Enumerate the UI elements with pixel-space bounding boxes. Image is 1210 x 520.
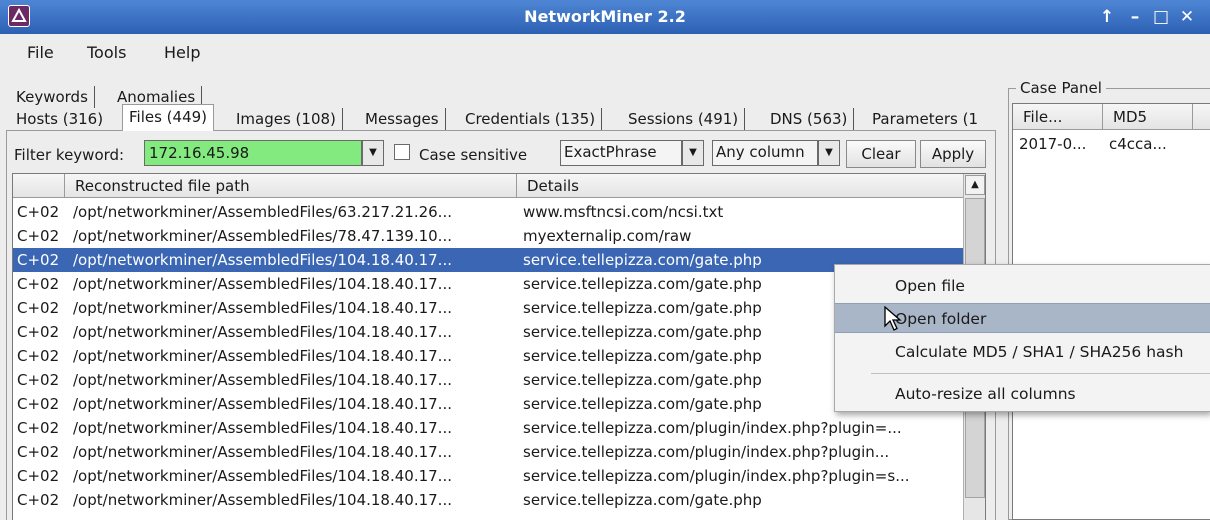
tab-sessions[interactable]: Sessions (491) xyxy=(628,108,746,130)
case-panel-title: Case Panel xyxy=(1016,79,1106,97)
tab-keywords[interactable]: Keywords xyxy=(16,86,95,108)
row-path-cell: /opt/networkminer/AssembledFiles/104.18.… xyxy=(73,275,452,293)
table-row[interactable]: C+02/opt/networkminer/AssembledFiles/104… xyxy=(13,344,963,368)
row-frame-cell: C+02 xyxy=(17,275,60,293)
row-path-cell: /opt/networkminer/AssembledFiles/63.217.… xyxy=(73,203,452,221)
filter-keyword-input[interactable]: 172.16.45.98 xyxy=(144,140,362,166)
row-details-cell: www.msftncsi.com/ncsi.txt xyxy=(523,203,724,221)
table-body: C+02/opt/networkminer/AssembledFiles/63.… xyxy=(13,200,963,512)
menu-divider xyxy=(871,373,1210,374)
row-frame-cell: C+02 xyxy=(17,203,60,221)
table-row[interactable]: C+02/opt/networkminer/AssembledFiles/104… xyxy=(13,296,963,320)
menu-item-auto-resize[interactable]: Auto-resize all columns xyxy=(835,379,1210,409)
table-row[interactable]: C+02/opt/networkminer/AssembledFiles/104… xyxy=(13,440,963,464)
row-details-cell: service.tellepizza.com/plugin/index.php?… xyxy=(523,467,910,485)
row-path-cell: /opt/networkminer/AssembledFiles/104.18.… xyxy=(73,251,452,269)
table-row[interactable]: C+02/opt/networkminer/AssembledFiles/104… xyxy=(13,248,963,272)
row-frame-cell: C+02 xyxy=(17,371,60,389)
table-row[interactable]: C+02/opt/networkminer/AssembledFiles/104… xyxy=(13,392,963,416)
case-table-header: File... MD5 xyxy=(1013,104,1210,130)
table-row[interactable]: C+02/opt/networkminer/AssembledFiles/104… xyxy=(13,464,963,488)
row-path-cell: /opt/networkminer/AssembledFiles/104.18.… xyxy=(73,323,452,341)
row-path-cell: /opt/networkminer/AssembledFiles/104.18.… xyxy=(73,371,452,389)
minimize-button[interactable]: – xyxy=(1124,6,1146,28)
column-scope-select[interactable]: Any column xyxy=(712,140,818,166)
column-header-path[interactable]: Reconstructed file path xyxy=(65,174,517,198)
filter-history-dropdown[interactable]: ▼ xyxy=(362,140,384,166)
case-sensitive-label: Case sensitive xyxy=(419,146,528,164)
row-frame-cell: C+02 xyxy=(17,395,60,413)
filter-keyword-label: Filter keyword: xyxy=(14,146,125,164)
tab-files[interactable]: Files (449) xyxy=(122,104,215,131)
close-button[interactable]: ✕ xyxy=(1176,6,1198,28)
title-bar: NetworkMiner 2.2 ↑ – □ ✕ xyxy=(0,0,1210,34)
row-path-cell: /opt/networkminer/AssembledFiles/78.47.1… xyxy=(73,227,452,245)
menu-item-calculate-hash[interactable]: Calculate MD5 / SHA1 / SHA256 hash xyxy=(835,337,1210,367)
menu-file[interactable]: File xyxy=(27,43,54,62)
row-frame-cell: C+02 xyxy=(17,443,60,461)
scroll-up-icon[interactable]: ▲ xyxy=(965,175,985,195)
column-header-details[interactable]: Details xyxy=(517,174,963,198)
row-details-cell: service.tellepizza.com/plugin/index.php?… xyxy=(523,443,890,461)
row-frame-cell: C+02 xyxy=(17,347,60,365)
table-row[interactable]: C+02/opt/networkminer/AssembledFiles/78.… xyxy=(13,224,963,248)
row-details-cell: service.tellepizza.com/gate.php xyxy=(523,491,762,509)
row-frame-cell: C+02 xyxy=(17,227,60,245)
case-row[interactable]: 2017-0... c4cca... xyxy=(1013,132,1210,156)
menu-help[interactable]: Help xyxy=(164,43,200,62)
tab-credentials[interactable]: Credentials (135) xyxy=(465,108,603,130)
tab-messages[interactable]: Messages xyxy=(365,108,446,130)
row-path-cell: /opt/networkminer/AssembledFiles/104.18.… xyxy=(73,395,452,413)
row-frame-cell: C+02 xyxy=(17,323,60,341)
tab-parameters[interactable]: Parameters (1 xyxy=(872,108,990,130)
row-path-cell: /opt/networkminer/AssembledFiles/104.18.… xyxy=(73,467,452,485)
match-mode-select[interactable]: ExactPhrase xyxy=(560,140,682,166)
case-row-md5: c4cca... xyxy=(1109,135,1167,153)
table-row[interactable]: C+02/opt/networkminer/AssembledFiles/104… xyxy=(13,488,963,512)
context-menu: Open file Open folder Calculate MD5 / SH… xyxy=(834,264,1210,412)
row-path-cell: /opt/networkminer/AssembledFiles/104.18.… xyxy=(73,419,452,437)
row-path-cell: /opt/networkminer/AssembledFiles/104.18.… xyxy=(73,347,452,365)
clear-button[interactable]: Clear xyxy=(846,140,916,168)
table-row[interactable]: C+02/opt/networkminer/AssembledFiles/63.… xyxy=(13,200,963,224)
row-frame-cell: C+02 xyxy=(17,299,60,317)
row-frame-cell: C+02 xyxy=(17,467,60,485)
table-row[interactable]: C+02/opt/networkminer/AssembledFiles/104… xyxy=(13,416,963,440)
table-header: Reconstructed file path Details xyxy=(13,174,963,198)
mouse-pointer-icon xyxy=(884,306,902,331)
keep-on-top-icon[interactable]: ↑ xyxy=(1096,6,1118,28)
table-row[interactable]: C+02/opt/networkminer/AssembledFiles/104… xyxy=(13,368,963,392)
column-scope-chevron-down-icon[interactable]: ▼ xyxy=(818,140,840,166)
tab-images[interactable]: Images (108) xyxy=(236,108,343,130)
row-details-cell: service.tellepizza.com/plugin/index.php?… xyxy=(523,419,902,437)
row-path-cell: /opt/networkminer/AssembledFiles/104.18.… xyxy=(73,443,452,461)
case-sensitive-checkbox[interactable] xyxy=(394,144,410,160)
row-frame-cell: C+02 xyxy=(17,419,60,437)
row-frame-cell: C+02 xyxy=(17,491,60,509)
table-row[interactable]: C+02/opt/networkminer/AssembledFiles/104… xyxy=(13,320,963,344)
tab-hosts[interactable]: Hosts (316) xyxy=(16,108,103,130)
column-header-frame[interactable] xyxy=(13,174,65,198)
row-path-cell: /opt/networkminer/AssembledFiles/104.18.… xyxy=(73,299,452,317)
row-details-cell: myexternalip.com/raw xyxy=(523,227,692,245)
row-path-cell: /opt/networkminer/AssembledFiles/104.18.… xyxy=(73,491,452,509)
window-title: NetworkMiner 2.2 xyxy=(524,7,686,26)
menu-bar: File Tools Help xyxy=(0,34,1210,70)
menu-tools[interactable]: Tools xyxy=(87,43,126,62)
case-column-md5[interactable]: MD5 xyxy=(1103,104,1193,130)
case-row-file: 2017-0... xyxy=(1019,135,1087,153)
table-row[interactable]: C+02/opt/networkminer/AssembledFiles/104… xyxy=(13,272,963,296)
menu-item-open-file[interactable]: Open file xyxy=(835,271,1210,301)
row-frame-cell: C+02 xyxy=(17,251,60,269)
case-column-file[interactable]: File... xyxy=(1013,104,1103,130)
tab-dns[interactable]: DNS (563) xyxy=(770,108,855,130)
apply-button[interactable]: Apply xyxy=(920,140,986,168)
match-mode-chevron-down-icon[interactable]: ▼ xyxy=(682,140,704,166)
maximize-button[interactable]: □ xyxy=(1150,6,1172,28)
